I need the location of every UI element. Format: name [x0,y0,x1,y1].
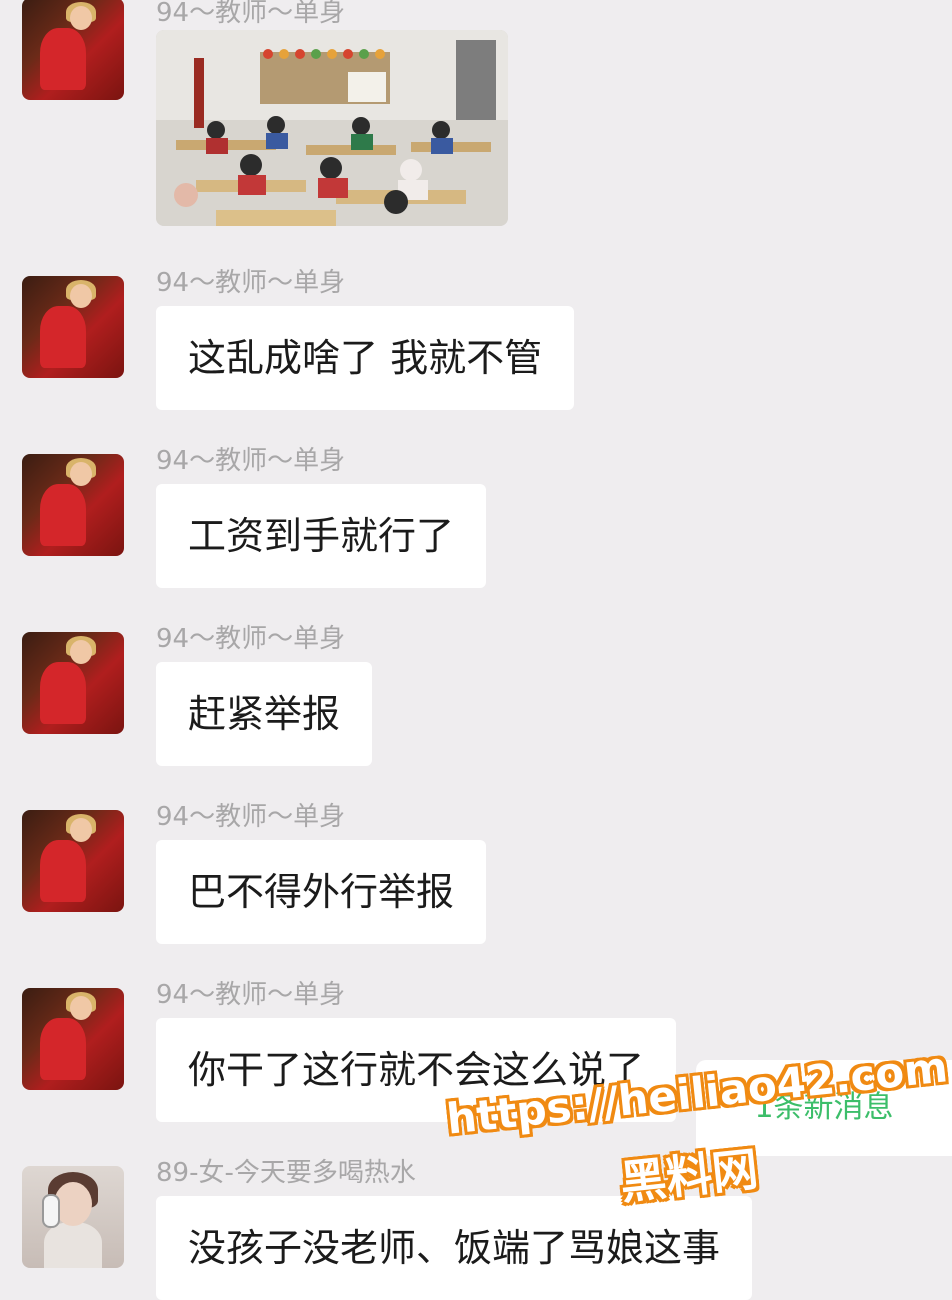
message-item: 94～教师～单身 这乱成啥了 我就不管 [0,268,952,418]
avatar-figure [40,306,86,368]
avatar-head [70,996,92,1020]
avatar[interactable] [22,810,124,912]
classroom-photo[interactable] [156,30,508,226]
avatar[interactable] [22,988,124,1090]
sender-name: 94～教师～单身 [156,624,346,654]
avatar[interactable] [22,632,124,734]
message-item: 94～教师～单身 [0,0,952,234]
sender-name: 89-女-今天要多喝热水 [156,1158,416,1188]
sender-name: 94～教师～单身 [156,0,346,28]
avatar-head [70,6,92,30]
message-bubble[interactable]: 巴不得外行举报 [156,840,487,944]
classroom-photo-image [156,30,508,226]
avatar[interactable] [22,454,124,556]
sender-name: 94～教师～单身 [156,980,346,1010]
avatar-figure [40,484,86,546]
avatar[interactable] [22,276,124,378]
message-bubble[interactable]: 工资到手就行了 [156,484,487,588]
avatar-head [70,284,92,308]
avatar-head [70,462,92,486]
avatar-figure [40,28,86,90]
headphone-icon [42,1194,60,1228]
avatar[interactable] [22,1166,124,1268]
avatar[interactable] [22,0,124,100]
sender-name: 94～教师～单身 [156,802,346,832]
message-bubble[interactable]: 赶紧举报 [156,662,373,766]
avatar-figure [40,840,86,902]
sender-name: 94～教师～单身 [156,268,346,298]
avatar-figure [44,1222,102,1268]
message-item: 94～教师～单身 赶紧举报 [0,624,952,774]
avatar-figure [40,1018,86,1080]
avatar-figure [40,662,86,724]
avatar-head [70,818,92,842]
message-item: 94～教师～单身 工资到手就行了 [0,446,952,596]
sender-name: 94～教师～单身 [156,446,346,476]
message-bubble[interactable]: 这乱成啥了 我就不管 [156,306,575,410]
message-item: 94～教师～单身 巴不得外行举报 [0,802,952,952]
avatar-head [70,640,92,664]
